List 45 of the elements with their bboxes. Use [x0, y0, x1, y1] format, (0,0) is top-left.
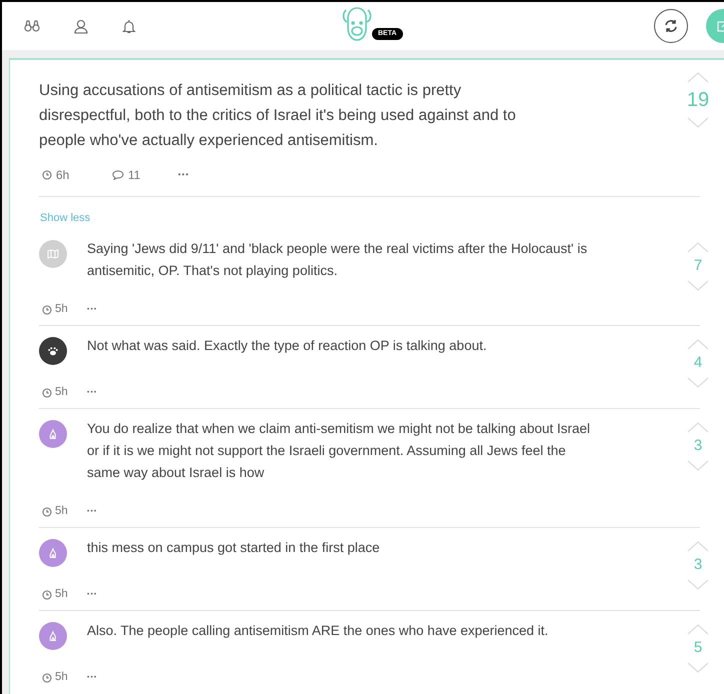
comment-text: this mess on campus got started in the first place [87, 539, 381, 557]
downvote-icon[interactable] [687, 376, 709, 388]
downvote-icon[interactable] [687, 460, 709, 470]
clock-icon [42, 507, 52, 517]
binoculars-icon[interactable] [24, 20, 40, 32]
clock-icon [42, 673, 52, 683]
yak-logo-icon [340, 4, 374, 44]
refresh-icon [664, 19, 678, 33]
upvote-icon[interactable] [687, 422, 709, 433]
upvote-icon[interactable] [687, 624, 709, 635]
comment-text: Not what was said. Exactly the type of reaction OP is talking about. [87, 337, 488, 355]
comment-score: 3 [694, 436, 702, 456]
downvote-icon[interactable] [687, 280, 709, 290]
post-text: Using accusations of antisemitism as a political tactic is pretty disrespectful, both to the critics of Israel it's being used against and to people who've actually experienced antisemitism. [39, 81, 517, 151]
post-time: 6h [56, 167, 70, 184]
comment-score: 7 [694, 256, 702, 276]
comment-time: 5h [55, 670, 68, 686]
comment-time: 5h [55, 302, 68, 318]
refresh-button[interactable] [654, 9, 688, 43]
comment-score: 3 [694, 555, 702, 575]
comment-time: 5h [55, 504, 68, 520]
clock-icon [42, 388, 52, 398]
reply-count: 11 [128, 167, 140, 184]
upvote-icon[interactable] [687, 541, 709, 552]
comment-text: You do realize that when we claim anti-semitism we might not be talking about Israel or if it is we might not support the Israeli government. Assuming all Jews feel the same way about Israel is how [87, 420, 592, 482]
downvote-icon[interactable] [687, 662, 709, 672]
post-score: 19 [686, 88, 710, 113]
comment-icon [112, 170, 124, 180]
clock-icon [42, 590, 52, 600]
comment-time: 5h [55, 587, 68, 602]
comment-text: Saying 'Jews did 9/11' and 'black people were the real victims after the Holocaust' is antisemitic, OP. That's not playing politics. [87, 240, 588, 280]
clock-icon [42, 305, 52, 315]
upvote-icon[interactable] [687, 72, 709, 83]
upvote-icon[interactable] [687, 242, 709, 253]
more-button[interactable]: ••• [178, 169, 190, 181]
comment-time: 5h [55, 385, 68, 400]
downvote-icon[interactable] [687, 578, 709, 590]
downvote-icon[interactable] [687, 117, 709, 128]
comment-text: Also. The people calling antisemitism ARE the ones who have experienced it. [87, 622, 550, 640]
upvote-icon[interactable] [687, 339, 709, 350]
clock-icon [42, 170, 52, 180]
comment-score: 5 [694, 638, 702, 658]
comment-score: 4 [694, 353, 702, 373]
user-icon[interactable] [74, 18, 88, 34]
bell-icon[interactable] [122, 18, 136, 34]
